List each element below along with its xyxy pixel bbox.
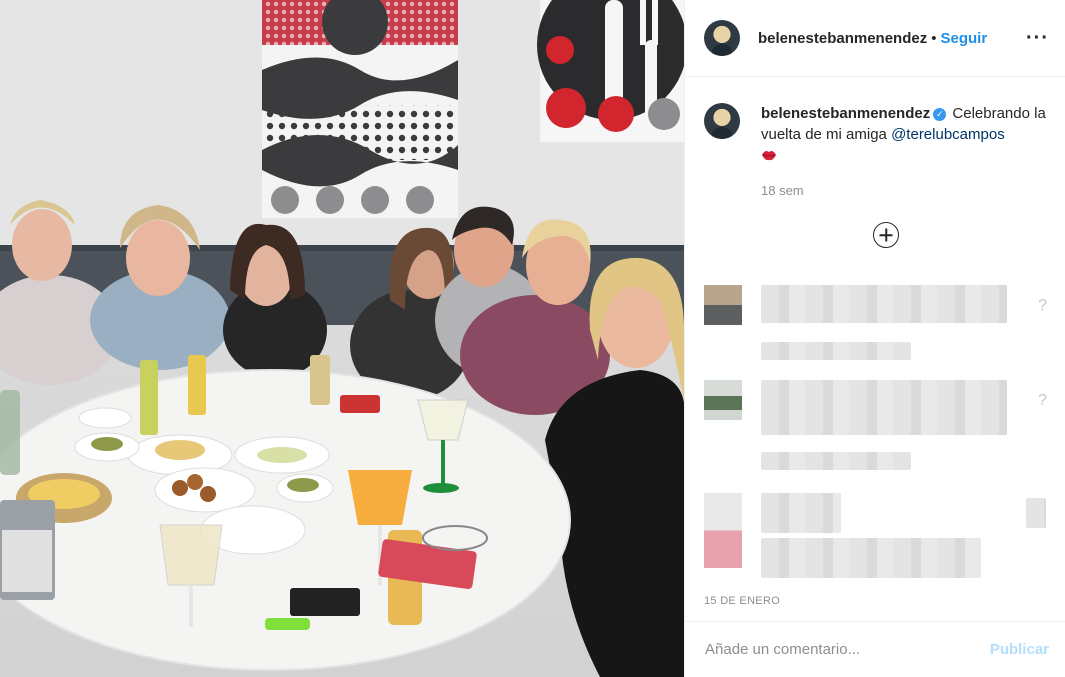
load-more-comments-icon[interactable] <box>873 222 899 248</box>
wall-art-right <box>537 0 684 142</box>
blurred-comment-text <box>761 380 1007 435</box>
reply-icon[interactable]: ? <box>1038 297 1047 315</box>
header-username[interactable]: belenestebanmenendez <box>758 30 927 47</box>
reply-icon[interactable]: ? <box>1038 392 1047 410</box>
blurred-comment-text <box>761 342 911 360</box>
caption-avatar[interactable] <box>704 103 740 139</box>
more-options-icon[interactable]: ··· <box>1026 28 1049 48</box>
restaurant-table <box>0 355 571 671</box>
lips-icon <box>762 151 776 161</box>
blurred-comment-text <box>761 452 911 470</box>
comment-item: ? <box>704 380 1049 470</box>
follow-button[interactable]: Seguir <box>940 30 987 47</box>
post-header: belenestebanmenendez • Seguir ··· <box>685 0 1065 77</box>
avatar[interactable] <box>704 20 740 56</box>
blurred-comment-text <box>761 285 1007 323</box>
comment-avatar[interactable] <box>704 380 742 420</box>
comment-item: ? <box>704 285 1049 375</box>
post-caption: belenestebanmenendez ✓ Celebrando la vuel… <box>685 77 1065 166</box>
post-sidebar: belenestebanmenendez • Seguir ··· belene… <box>684 0 1065 677</box>
caption-timestamp[interactable]: 18 sem <box>761 183 1065 198</box>
post-date[interactable]: 15 DE ENERO <box>704 595 780 607</box>
wall-art-left <box>262 0 458 218</box>
caption-username[interactable]: belenestebanmenendez <box>761 105 930 122</box>
post-photo[interactable] <box>0 0 684 677</box>
blurred-comment-text <box>761 538 981 578</box>
blurred-comment-text <box>1026 498 1046 528</box>
verified-badge-icon: ✓ <box>933 108 947 121</box>
photo-illustration <box>0 0 684 677</box>
comment-bar: Publicar <box>685 621 1065 677</box>
publish-button[interactable]: Publicar <box>990 641 1049 658</box>
caption-mention[interactable]: @terelubcampos <box>891 126 1005 143</box>
comment-avatar[interactable] <box>704 285 742 325</box>
caption-body: belenestebanmenendez ✓ Celebrando la vuel… <box>761 103 1046 166</box>
comment-input[interactable] <box>705 641 990 658</box>
blurred-comment-text <box>761 493 841 533</box>
header-separator: • <box>931 29 937 47</box>
comment-item <box>704 493 1049 583</box>
comment-avatar[interactable] <box>704 493 742 568</box>
